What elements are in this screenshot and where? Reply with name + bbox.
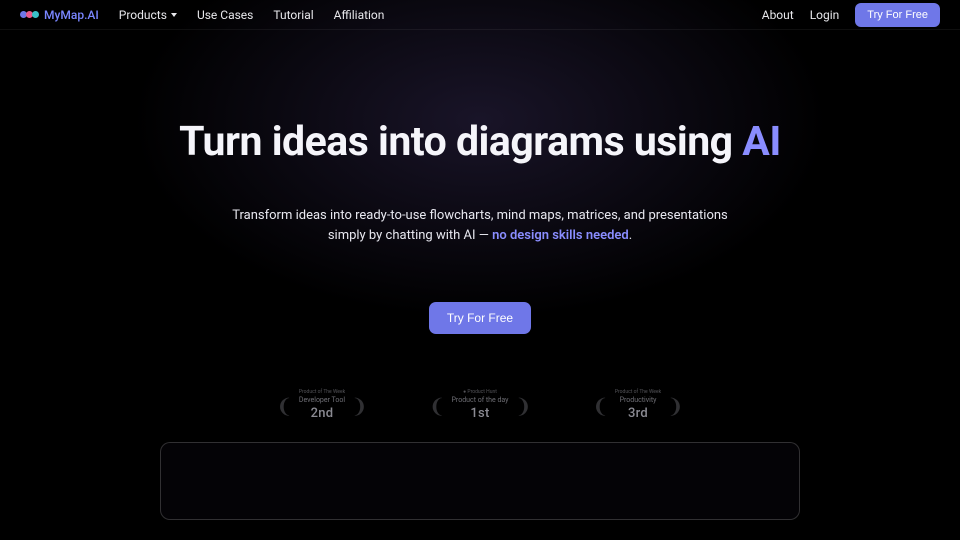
awards-row: ❨ Product of The Week Developer Tool 2nd… [0,390,960,421]
award-rank: 1st [470,407,489,421]
hero-sub-highlight: no design skills needed [492,228,629,243]
hero-cta-button[interactable]: Try For Free [429,302,531,334]
top-nav: MyMap.AI Products Use Cases Tutorial Aff… [0,0,960,30]
hero-sub-line1: Transform ideas into ready-to-use flowch… [0,206,960,226]
brand-name: MyMap.AI [44,8,99,22]
laurel-left-icon: ❨ [429,394,446,418]
nav-tutorial[interactable]: Tutorial [273,8,313,22]
chevron-down-icon [171,13,177,17]
hero-title-accent: AI [742,118,781,166]
award-badge: ❨ ● Product Hunt Product of the day 1st … [432,390,528,421]
nav-use-cases[interactable]: Use Cases [197,8,253,22]
nav-affiliation[interactable]: Affiliation [334,8,385,22]
laurel-left-icon: ❨ [592,394,609,418]
hero-sub-line2: simply by chatting with AI — no design s… [0,226,960,246]
hero-title: Turn ideas into diagrams using AI [0,118,960,166]
laurel-right-icon: ❨ [351,394,368,418]
award-badge: ❨ Product of The Week Developer Tool 2nd… [274,390,370,421]
nav-about[interactable]: About [762,8,794,22]
hero-title-text: Turn ideas into diagrams using [179,118,742,166]
laurel-right-icon: ❨ [515,394,532,418]
award-badge: ❨ Product of The Week Productivity 3rd ❨ [590,390,686,421]
award-top: Product of The Week [299,390,345,396]
hero-subtitle: Transform ideas into ready-to-use flowch… [0,206,960,246]
hero-sub-line2a: simply by chatting with AI — [328,228,492,243]
nav-products[interactable]: Products [119,8,177,22]
laurel-right-icon: ❨ [667,394,684,418]
award-mid: Product of the day [452,397,509,405]
award-top: Product of The Week [615,390,661,396]
award-rank: 2nd [311,407,334,421]
nav-login[interactable]: Login [810,8,840,22]
prompt-panel[interactable] [160,442,800,520]
brand-link[interactable]: MyMap.AI [20,8,99,22]
laurel-left-icon: ❨ [276,394,293,418]
award-mid: Productivity [620,397,657,405]
hero-sub-line2b: . [629,228,632,243]
hero: Turn ideas into diagrams using AI Transf… [0,30,960,422]
logo-dot [32,11,39,18]
nav-cta-button[interactable]: Try For Free [855,3,940,27]
award-mid: Developer Tool [299,397,345,405]
nav-item-label: Products [119,8,167,22]
award-top: ● Product Hunt [463,390,497,396]
award-rank: 3rd [628,407,648,421]
logo-icon [20,11,38,18]
